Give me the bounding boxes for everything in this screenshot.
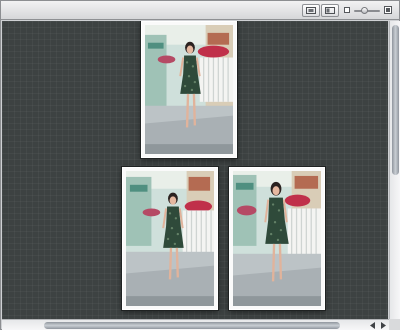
zoom-fit-button[interactable] — [302, 4, 320, 17]
large-photo-icon — [384, 6, 392, 14]
woman-walking-photo — [126, 171, 214, 306]
photo-thumbnail-bottom-left[interactable] — [122, 167, 218, 310]
thumbnail-size-slider-knob[interactable] — [360, 7, 368, 14]
vertical-scrollbar-thumb[interactable] — [392, 25, 399, 175]
photo-thumbnail-bottom-right[interactable] — [229, 167, 325, 310]
woman-walking-photo — [145, 25, 233, 154]
view-mode-button[interactable] — [321, 4, 339, 17]
photo-thumbnail-top[interactable] — [141, 21, 237, 158]
toolbar — [1, 1, 399, 20]
woman-walking-photo — [233, 171, 321, 306]
photo-canvas[interactable] — [2, 21, 388, 319]
scroll-left-arrow-icon[interactable] — [369, 321, 377, 330]
vertical-scrollbar[interactable] — [389, 21, 400, 319]
app-window — [0, 0, 400, 330]
horizontal-scrollbar[interactable] — [2, 319, 389, 330]
scrollbar-corner — [389, 319, 400, 330]
horizontal-scrollbar-thumb[interactable] — [44, 322, 340, 329]
zoom-fit-icon — [306, 7, 316, 14]
view-mode-icon — [325, 7, 335, 14]
small-photo-icon — [344, 7, 350, 13]
scroll-right-arrow-icon[interactable] — [379, 321, 387, 330]
